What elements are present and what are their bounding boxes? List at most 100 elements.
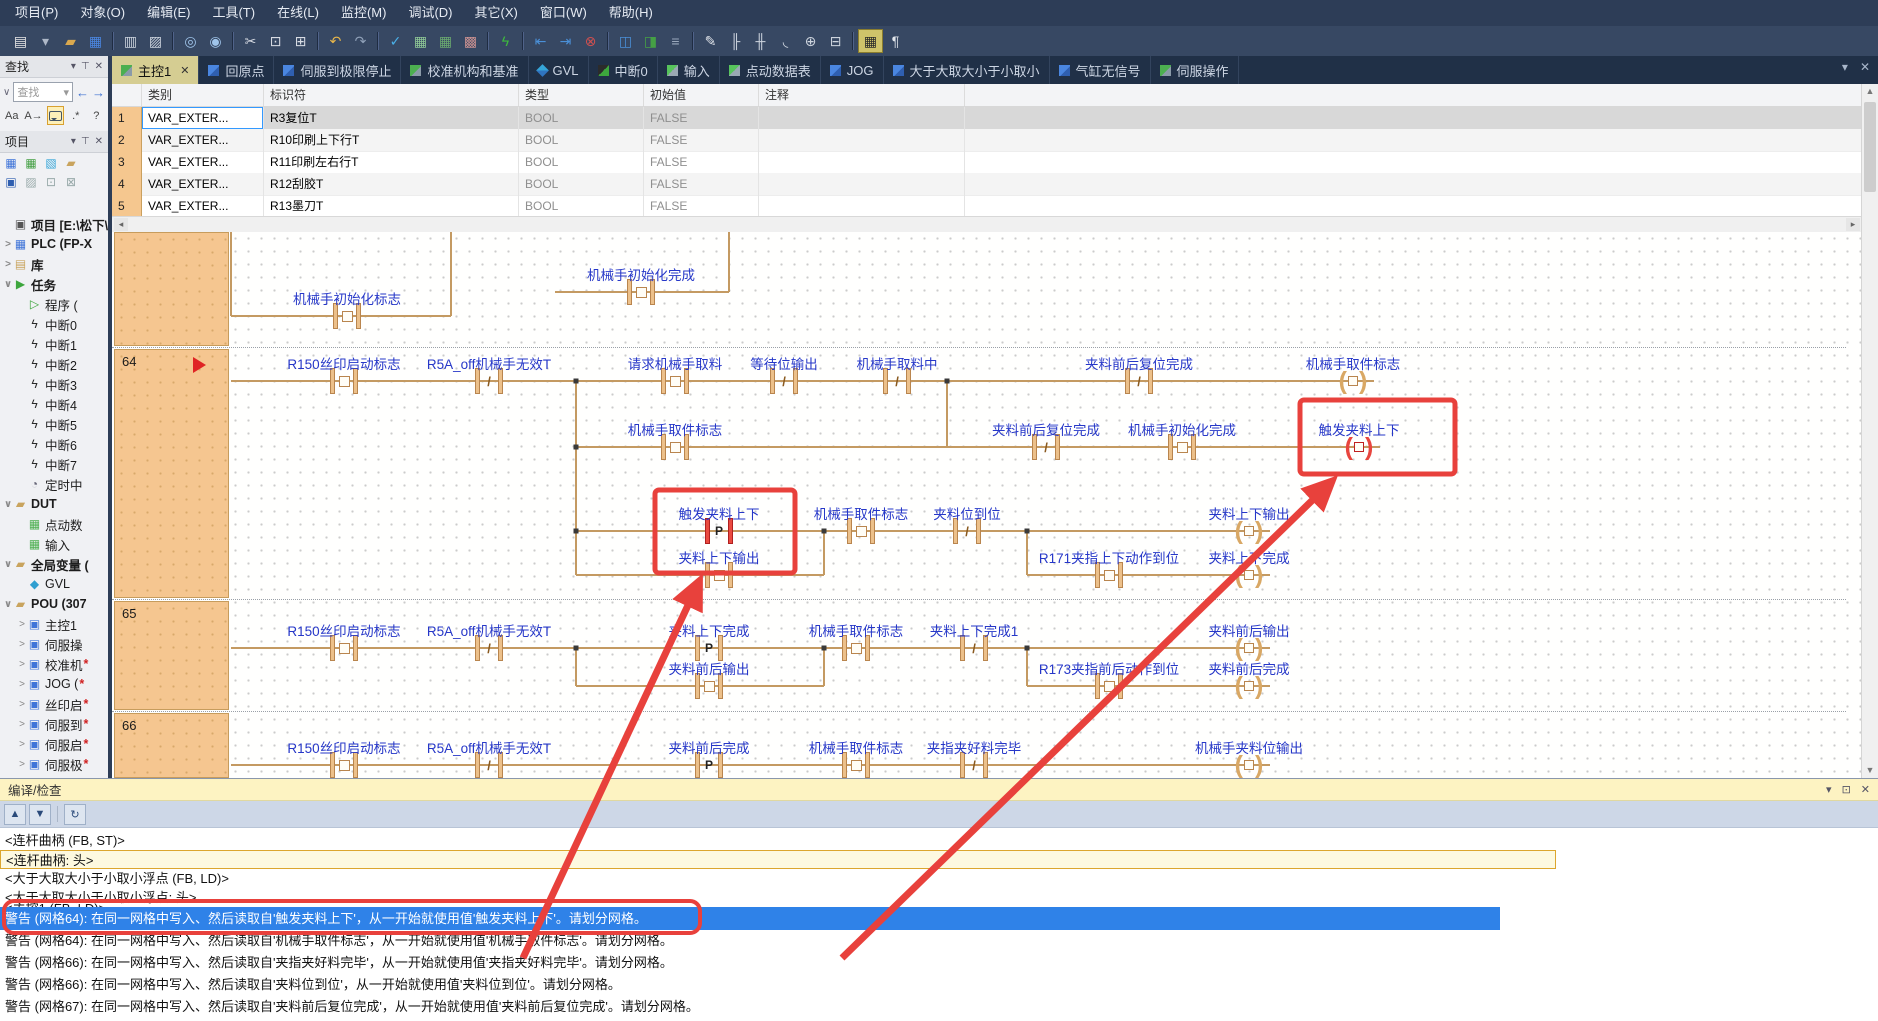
print-icon[interactable]: ▨ — [143, 29, 168, 53]
ladder-operand-label[interactable]: R150丝印启动标志 — [287, 620, 400, 640]
tree-expander-icon[interactable]: > — [2, 239, 14, 250]
download-icon[interactable]: ⇤ — [528, 29, 553, 53]
ladder-operand-label[interactable]: 夹料前后输出 — [1209, 620, 1290, 640]
tab-close-icon[interactable]: ✕ — [1860, 60, 1870, 74]
class-cell[interactable]: VAR_EXTER... — [142, 107, 264, 130]
menu-item[interactable]: 帮助(H) — [598, 0, 664, 26]
open-icon[interactable]: ▰ — [58, 29, 83, 53]
tree-item-[interactable]: ∨▰全局变量 ( — [0, 554, 108, 574]
tree-item-7[interactable]: ϟ中断7 — [0, 454, 108, 474]
type-cell[interactable]: BOOL — [519, 173, 644, 196]
find-forward-button[interactable]: → — [92, 85, 105, 100]
tree-item-[interactable]: ∨▶任务 — [0, 274, 108, 294]
output-toolbar-icon[interactable]: ▼ — [29, 804, 51, 825]
ladder-operand-label[interactable]: 夹料上下完成1 — [930, 620, 1019, 640]
menu-item[interactable]: 编辑(E) — [136, 0, 201, 26]
row-number-cell[interactable]: 4 — [112, 173, 142, 196]
dropdown-icon[interactable]: ▾ — [71, 136, 76, 147]
contact-no-icon[interactable]: ╟ — [723, 29, 748, 53]
abort-icon[interactable]: ⊗ — [578, 29, 603, 53]
tree-item-[interactable]: >▤库 — [0, 254, 108, 274]
tree-expander-icon[interactable]: ∨ — [2, 599, 14, 610]
table-row[interactable]: 1VAR_EXTER...R3复位TBOOLFALSE — [112, 107, 1862, 129]
copy-icon[interactable]: ⊡ — [263, 29, 288, 53]
falling-edge-icon[interactable]: ⊟ — [823, 29, 848, 53]
output-message[interactable]: 警告 (网格64): 在同一网格中写入、然后读取自'机械手取件标志'，从一开始就… — [0, 931, 1878, 950]
scroll-up-icon[interactable]: ▲ — [1862, 84, 1878, 99]
identifier-cell[interactable]: R3复位T — [264, 107, 519, 130]
undo-icon[interactable]: ↶ — [323, 29, 348, 53]
network-gutter-cell[interactable]: 65 — [114, 601, 229, 710]
tree-expander-icon[interactable]: > — [2, 259, 14, 270]
tab-伺服到极限停止[interactable]: 伺服到极限停止 — [274, 56, 401, 84]
ladder-operand-label[interactable]: R150丝印启动标志 — [287, 353, 400, 373]
tree-item-[interactable]: ▦点动数 — [0, 514, 108, 534]
find-next-icon[interactable]: ◉ — [203, 29, 228, 53]
menu-item[interactable]: 窗口(W) — [529, 0, 598, 26]
tree-expander-icon[interactable]: > — [16, 719, 28, 730]
ladder-operand-label[interactable]: 触发夹料上下 — [1319, 419, 1400, 439]
ladder-operand-label[interactable]: 机械手初始化标志 — [293, 288, 401, 308]
identifier-cell[interactable]: R13墨刀T — [264, 195, 519, 218]
output-message[interactable]: <连杆曲柄 (FB, ST)> — [0, 831, 1878, 850]
pin-icon[interactable]: ⊤ — [81, 136, 90, 147]
tree-expander-icon[interactable]: > — [16, 759, 28, 770]
chevron-down-icon[interactable]: ∨ — [3, 87, 10, 98]
tree-expander-icon[interactable]: ∨ — [2, 279, 14, 290]
column-header[interactable] — [112, 84, 142, 106]
find-combo[interactable]: 查找▾ — [13, 82, 73, 102]
print-preview-icon[interactable]: ▥ — [118, 29, 143, 53]
ladder-operand-label[interactable]: 机械手取件标志 — [628, 419, 723, 439]
ladder-operand-label[interactable]: 机械手取件标志 — [809, 620, 904, 640]
ladder-operand-label[interactable]: 夹料上下输出 — [679, 547, 760, 567]
tree-item-2[interactable]: ϟ中断2 — [0, 354, 108, 374]
match-case-button[interactable]: Aa — [3, 106, 21, 125]
tree-item-[interactable]: >▣校准机* — [0, 654, 108, 674]
column-header[interactable]: 初始值 — [644, 84, 759, 106]
tab-主控1[interactable]: 主控1✕ — [112, 56, 199, 84]
tab-close-icon[interactable]: ✕ — [180, 64, 189, 77]
ladder-operand-label[interactable]: 夹料上下完成 — [1209, 547, 1290, 567]
tree-expander-icon[interactable]: > — [16, 659, 28, 670]
tab-点动数据表[interactable]: 点动数据表 — [720, 56, 821, 84]
tab-中断0[interactable]: 中断0 — [589, 56, 658, 84]
pilcrow-icon[interactable]: ¶ — [883, 29, 908, 53]
ladder-operand-label[interactable]: 夹料前后复位完成 — [1085, 353, 1193, 373]
comment-cell[interactable] — [759, 129, 965, 152]
row-number-cell[interactable]: 1 — [112, 107, 142, 130]
identifier-cell[interactable]: R12刮胶T — [264, 173, 519, 196]
row-number-cell[interactable]: 2 — [112, 129, 142, 152]
tab-大于大取大小于小取小[interactable]: 大于大取大小于小取小 — [884, 56, 1050, 84]
contact-nc-icon[interactable]: ╫ — [748, 29, 773, 53]
new-window-icon[interactable]: ▣ — [4, 176, 18, 189]
pin-icon[interactable]: ⊤ — [81, 61, 90, 72]
tab-回原点[interactable]: 回原点 — [199, 56, 274, 84]
new-icon[interactable]: ▤ — [8, 29, 33, 53]
table-row[interactable]: 4VAR_EXTER...R12刮胶TBOOLFALSE — [112, 173, 1862, 195]
output-message[interactable]: <连杆曲柄: 头> — [0, 850, 1556, 869]
output-message[interactable]: 警告 (网格66): 在同一网格中写入、然后读取自'夹料位到位'，从一开始就使用… — [0, 975, 1878, 994]
editor-vertical-scrollbar[interactable]: ▲ ▼ — [1861, 84, 1878, 778]
initial-value-cell[interactable]: FALSE — [644, 151, 759, 174]
menu-item[interactable]: 在线(L) — [266, 0, 330, 26]
grid-toggle-icon[interactable]: ▦ — [858, 29, 883, 53]
column-header[interactable]: 标识符 — [264, 84, 519, 106]
output-titlebar-icon[interactable]: ▾ — [1826, 783, 1832, 796]
tree-item-[interactable]: ▦输入 — [0, 534, 108, 554]
help-button[interactable]: ? — [88, 106, 106, 125]
tree-item-0[interactable]: ϟ中断0 — [0, 314, 108, 334]
new-dropdown-icon[interactable]: ▾ — [33, 29, 58, 53]
tree-item-DUT[interactable]: ∨▰DUT — [0, 494, 108, 514]
ladder-operand-label[interactable]: 机械手取件标志 — [809, 737, 904, 757]
menu-item[interactable]: 调试(D) — [397, 0, 463, 26]
menu-item[interactable]: 监控(M) — [330, 0, 398, 26]
class-cell[interactable]: VAR_EXTER... — [142, 195, 264, 218]
output-toolbar-icon[interactable]: ▲ — [4, 804, 26, 825]
identifier-cell[interactable]: R10印刷上下行T — [264, 129, 519, 152]
save-icon[interactable]: ▦ — [83, 29, 108, 53]
cut-icon[interactable]: ✂ — [238, 29, 263, 53]
find-back-button[interactable]: ← — [76, 85, 89, 100]
initial-value-cell[interactable]: FALSE — [644, 195, 759, 218]
tree-item-[interactable]: >▣伺服操 — [0, 634, 108, 654]
close-icon[interactable]: ✕ — [95, 61, 103, 72]
